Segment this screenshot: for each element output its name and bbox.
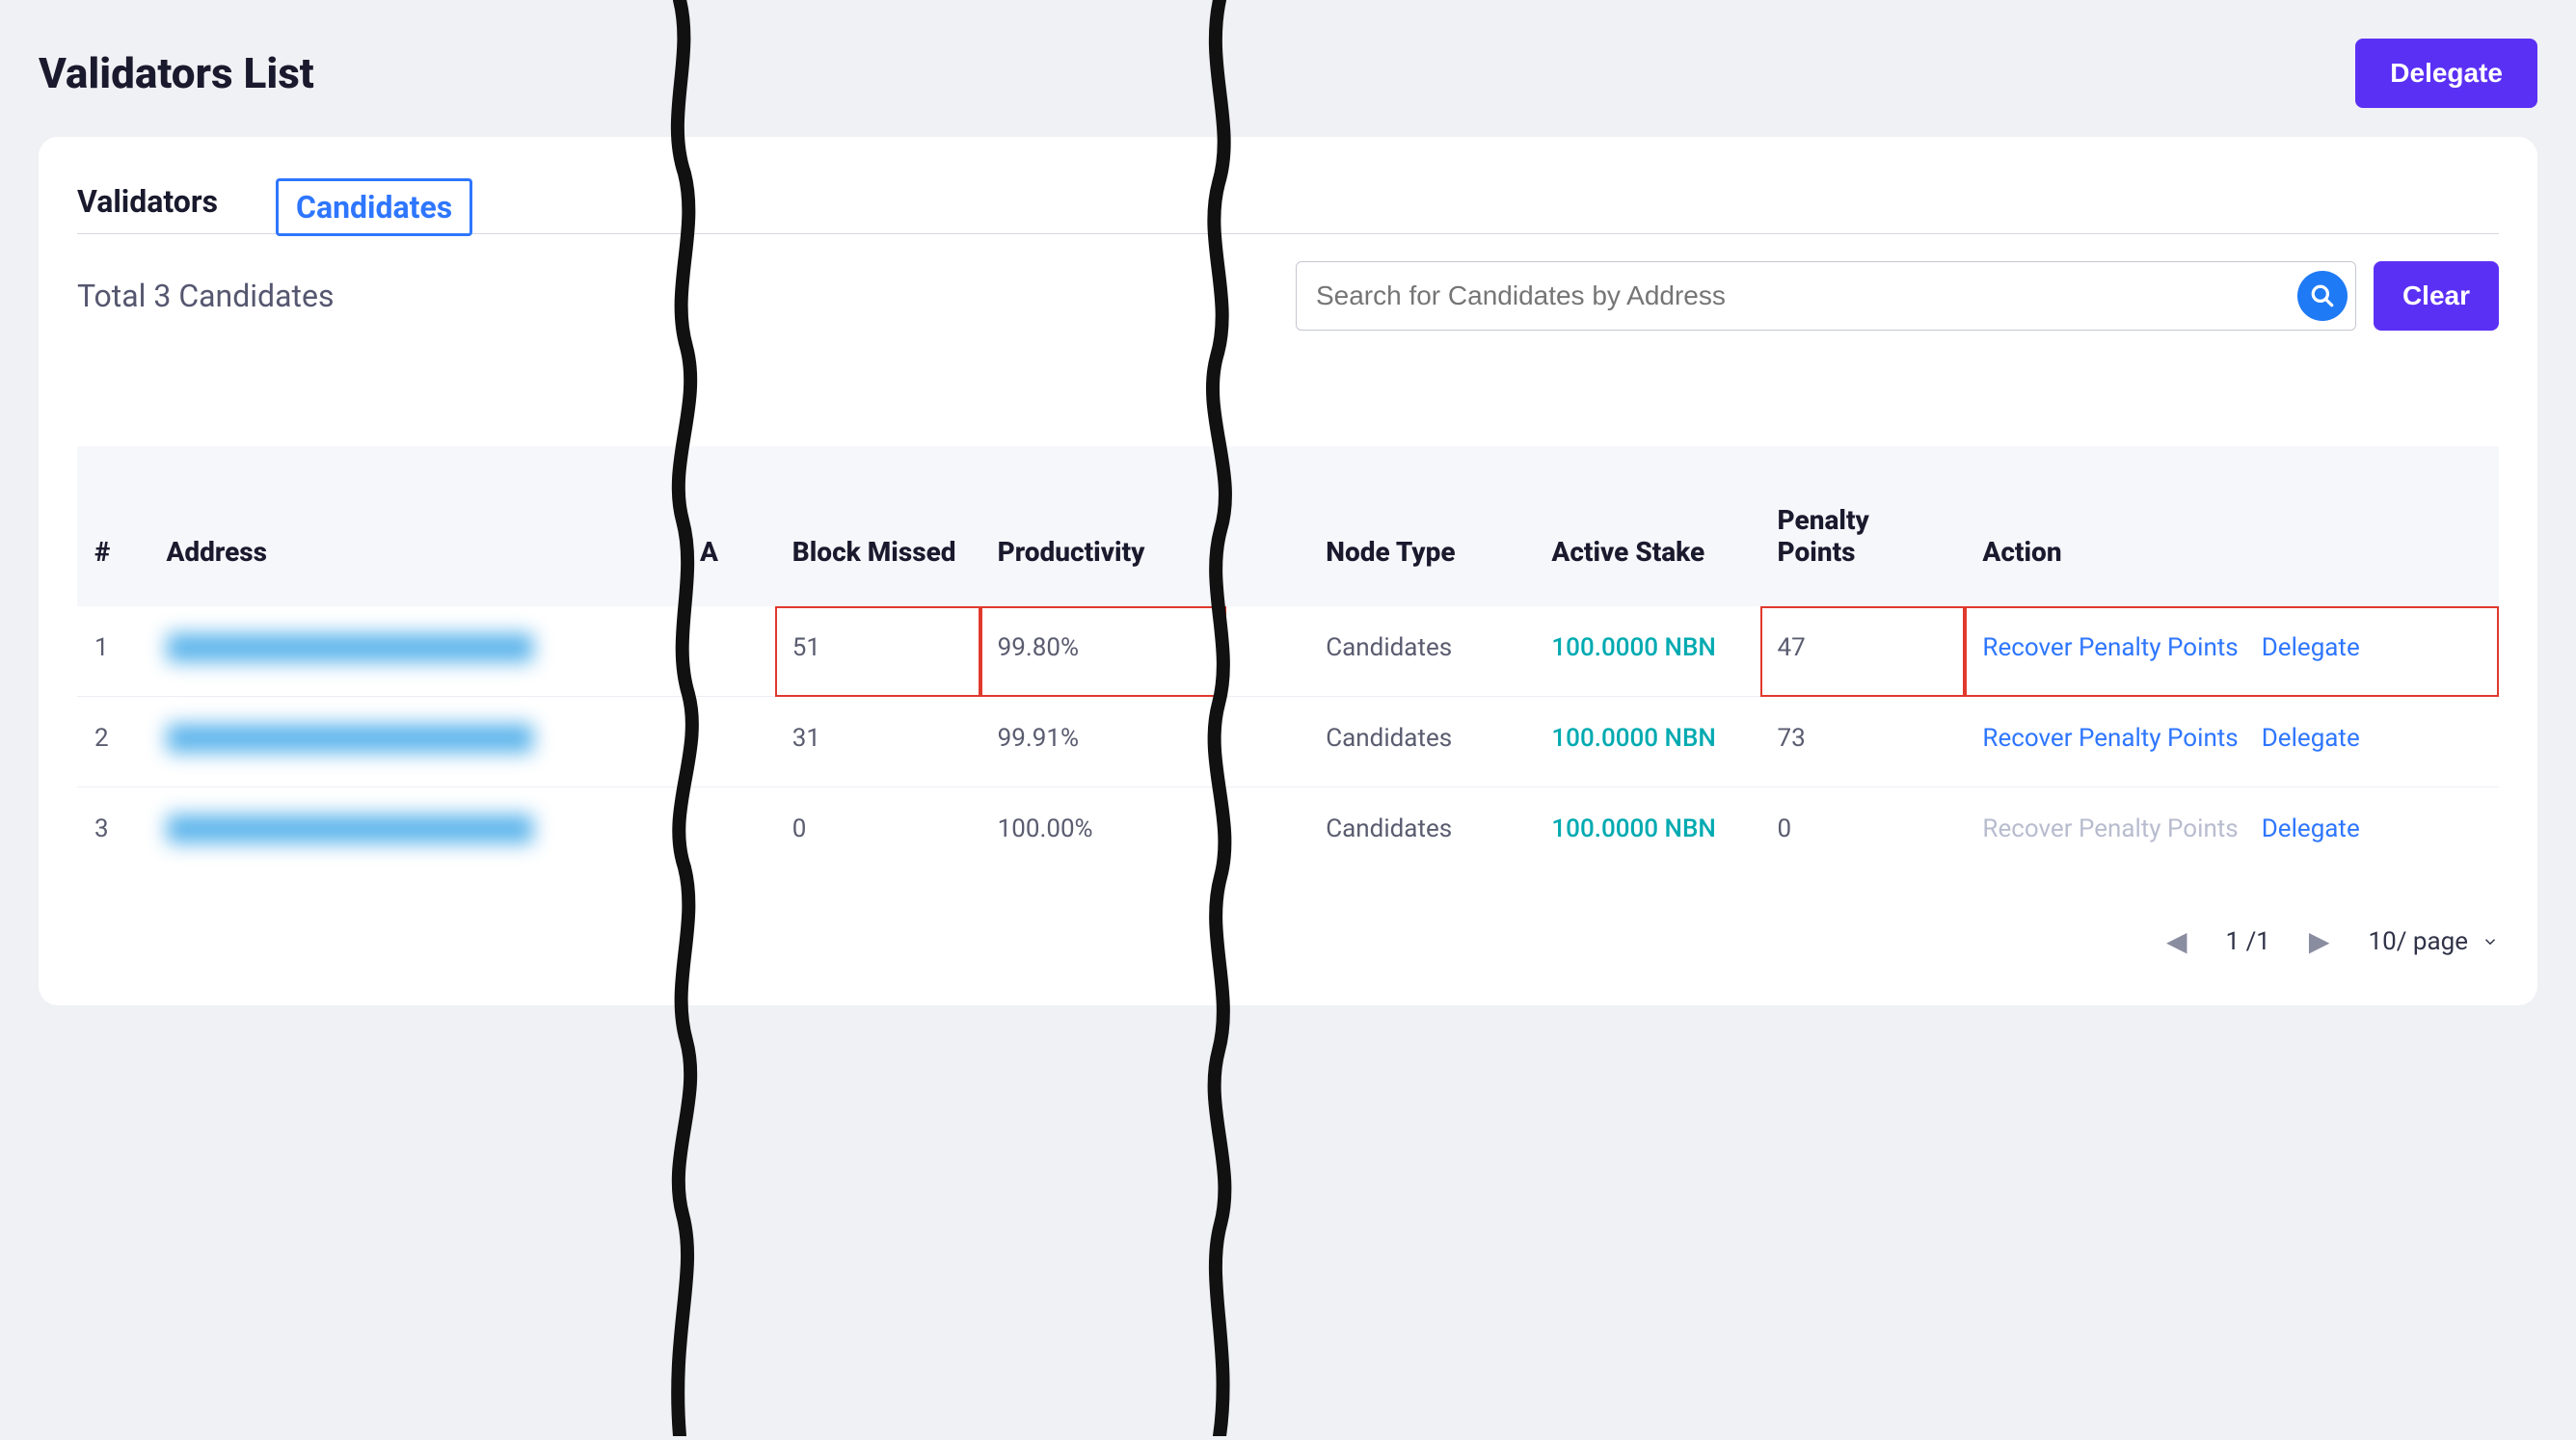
table-row: 15199.80%Candidates100.0000 NBN47Recover… (77, 606, 2499, 697)
cell-index: 1 (77, 606, 149, 697)
col-a: A (683, 446, 775, 606)
tabs-bar: Validators Candidates (77, 172, 2499, 234)
address-blurred (167, 633, 533, 662)
cell-block-missed: 0 (775, 787, 980, 878)
col-address: Address (149, 446, 683, 606)
search-input[interactable] (1316, 280, 2297, 311)
cell-penalty-points: 0 (1760, 787, 1966, 878)
cell-productivity: 99.91% (980, 697, 1226, 787)
col-productivity: Productivity (980, 446, 1226, 606)
cell-address (149, 787, 683, 878)
address-blurred (167, 814, 533, 843)
page-indicator: 1 /1 (2225, 927, 2269, 956)
table-row: 30100.00%Candidates100.0000 NBN0Recover … (77, 787, 2499, 878)
cell-address (149, 697, 683, 787)
col-index: # (77, 446, 149, 606)
cell-block-missed: 51 (775, 606, 980, 697)
chevron-down-icon (2482, 933, 2499, 950)
cell-action: Recover Penalty Points Delegate (1965, 697, 2499, 787)
cell-address (149, 606, 683, 697)
search-icon (2310, 283, 2335, 308)
search-button[interactable] (2297, 271, 2348, 321)
cell-action: Recover Penalty Points Delegate (1965, 787, 2499, 878)
per-page-select[interactable]: 10/ page (2368, 927, 2499, 956)
prev-page[interactable]: ◀ (2166, 925, 2187, 957)
cell-block-missed: 31 (775, 697, 980, 787)
validators-card: Validators Candidates Total 3 Candidates… (39, 137, 2537, 1005)
next-page[interactable]: ▶ (2309, 925, 2330, 957)
pagination: ◀ 1 /1 ▶ 10/ page (77, 925, 2499, 957)
cell-node-type: Candidates (1308, 606, 1534, 697)
cell-active-stake: 100.0000 NBN (1534, 606, 1759, 697)
cell-index: 3 (77, 787, 149, 878)
col-action: Action (1965, 446, 2499, 606)
col-penalty-points: Penalty Points (1760, 446, 1966, 606)
cell-productivity: 100.00% (980, 787, 1226, 878)
recover-penalty-link: Recover Penalty Points (1982, 814, 2238, 843)
cell-node-type: Candidates (1308, 697, 1534, 787)
cell-a (683, 697, 775, 787)
cell-node-type: Candidates (1308, 787, 1534, 878)
col-block-missed: Block Missed (775, 446, 980, 606)
candidates-table: # Address A Block Missed Productivity No… (77, 446, 2499, 877)
recover-penalty-link[interactable]: Recover Penalty Points (1982, 633, 2238, 662)
cell-productivity: 99.80% (980, 606, 1226, 697)
delegate-link[interactable]: Delegate (2262, 814, 2360, 843)
cell-a (683, 787, 775, 878)
tab-candidates[interactable]: Candidates (276, 178, 472, 236)
cell-action: Recover Penalty Points Delegate (1965, 606, 2499, 697)
recover-penalty-link[interactable]: Recover Penalty Points (1982, 724, 2238, 753)
cell-penalty-points: 73 (1760, 697, 1966, 787)
search-box (1296, 261, 2356, 331)
delegate-link[interactable]: Delegate (2262, 633, 2360, 662)
delegate-button[interactable]: Delegate (2355, 39, 2537, 108)
cell-active-stake: 100.0000 NBN (1534, 697, 1759, 787)
cell-penalty-points: 47 (1760, 606, 1966, 697)
col-node-type: Node Type (1308, 446, 1534, 606)
total-candidates-text: Total 3 Candidates (77, 278, 334, 314)
page-title: Validators List (39, 48, 314, 98)
tab-validators[interactable]: Validators (77, 172, 218, 233)
address-blurred (167, 724, 533, 753)
delegate-link[interactable]: Delegate (2262, 724, 2360, 753)
col-active-stake: Active Stake (1534, 446, 1759, 606)
cell-active-stake: 100.0000 NBN (1534, 787, 1759, 878)
clear-button[interactable]: Clear (2374, 261, 2499, 331)
table-row: 23199.91%Candidates100.0000 NBN73Recover… (77, 697, 2499, 787)
cell-a (683, 606, 775, 697)
cell-index: 2 (77, 697, 149, 787)
